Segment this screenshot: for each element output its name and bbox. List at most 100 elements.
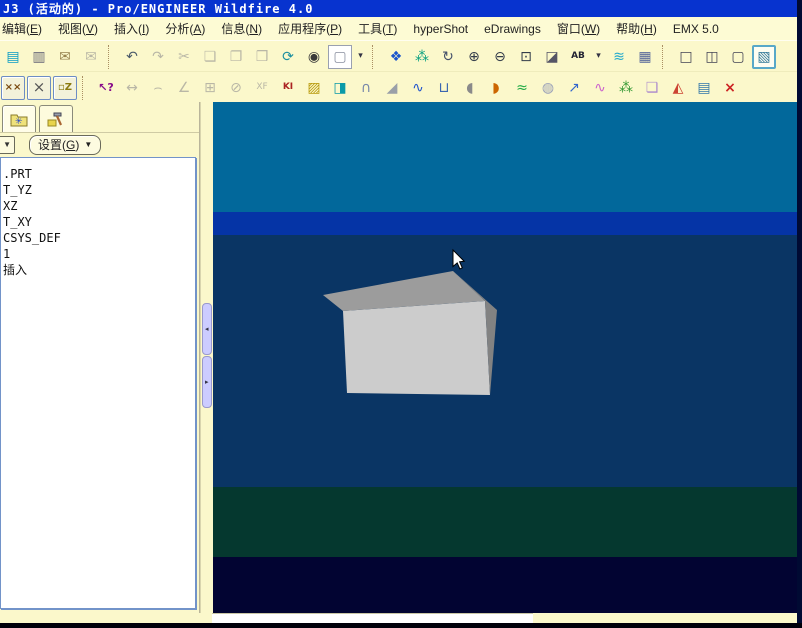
menu-item[interactable]: 窗口(W) — [549, 17, 608, 40]
model-tree-tab[interactable]: ✳ — [2, 105, 36, 132]
save-icon[interactable]: ▤ — [1, 45, 25, 69]
collapse-panel-button[interactable]: ◂ — [201, 303, 212, 355]
menu-item[interactable]: 分析(A) — [157, 17, 213, 40]
section-analysis-icon[interactable]: ▨ — [302, 76, 326, 100]
print-icon[interactable]: ▥ — [27, 45, 51, 69]
volume-analysis-icon[interactable]: ◨ — [328, 76, 352, 100]
surface-analysis-icon[interactable]: ⊔ — [432, 76, 456, 100]
model-tree-item[interactable]: 1 — [1, 246, 195, 262]
measure-transform-icon[interactable]: XF — [250, 76, 274, 100]
model-tree-item-label: XZ — [3, 199, 18, 213]
menu-item[interactable]: 编辑(E) — [0, 17, 50, 40]
panel-splitter[interactable]: ◂ ▸ — [199, 102, 213, 613]
model-tree-item[interactable]: CSYS_DEF — [1, 230, 195, 246]
redo-icon[interactable]: ↷ — [146, 45, 170, 69]
wireframe-display-icon[interactable]: □ — [674, 45, 698, 69]
model-tree-item[interactable]: T_XY — [1, 214, 195, 230]
icon-glyph: ×× — [4, 81, 22, 93]
menu-item[interactable]: 帮助(H) — [608, 17, 665, 40]
dihedral-angle-icon[interactable]: ≈ — [510, 76, 534, 100]
no-hidden-display-icon[interactable]: ▢ — [726, 45, 750, 69]
cut-icon[interactable]: ✂ — [172, 45, 196, 69]
box-front-face — [342, 301, 490, 395]
shaded-display-icon[interactable]: ▧ — [752, 44, 776, 69]
model-tree-toggle-icon[interactable]: ▦ — [633, 45, 657, 69]
extruded-box-model[interactable] — [322, 271, 497, 395]
mass-properties-icon[interactable]: KI — [276, 76, 300, 100]
color-map-icon[interactable]: ◗ — [484, 76, 508, 100]
icon-glyph: ⊘ — [230, 79, 242, 96]
saved-views-icon[interactable]: AB — [566, 45, 590, 69]
measure-diameter-icon[interactable]: ⊘ — [224, 76, 248, 100]
measure-distance-icon[interactable]: ↔ — [120, 76, 144, 100]
menu-item[interactable]: 应用程序(P) — [270, 17, 350, 40]
hidden-line-display-icon[interactable]: ◫ — [700, 45, 724, 69]
icon-glyph: × — [724, 79, 736, 96]
normal-analysis-icon[interactable]: ↗ — [562, 76, 586, 100]
menu-item[interactable]: hyperShot — [405, 19, 476, 39]
pipe-analysis-icon[interactable]: ∩ — [354, 76, 378, 100]
model-tree-item[interactable]: T_YZ — [1, 182, 195, 198]
context-help-icon[interactable]: ↖? — [94, 76, 118, 100]
model-tree-item[interactable]: 插入 — [1, 262, 195, 278]
measure-angle-icon[interactable]: ∠ — [172, 76, 196, 100]
draft-analysis-icon[interactable]: ◢ — [380, 76, 404, 100]
menu-item[interactable]: 插入(I) — [106, 17, 157, 40]
saved-analyses-icon[interactable]: ▤ — [692, 76, 716, 100]
menu-item[interactable]: EMX 5.0 — [665, 19, 727, 39]
select-dropdown-icon[interactable]: ▾ — [354, 45, 367, 69]
send-mail-icon[interactable]: ✉ — [79, 45, 103, 69]
expand-panel-button[interactable]: ▸ — [201, 356, 212, 408]
shaded-curvature-icon[interactable]: ◖ — [458, 76, 482, 100]
zoom-in-icon[interactable]: ⊕ — [462, 45, 486, 69]
mesh-analysis-icon[interactable]: ⁂ — [614, 76, 638, 100]
datum-axis-display-icon[interactable]: × — [27, 75, 51, 100]
delete-all-analyses-icon[interactable]: × — [718, 76, 742, 100]
orient-mode-icon[interactable]: ⁂ — [410, 45, 434, 69]
title-bar[interactable]: J3 (活动的) - Pro/ENGINEER Wildfire 4.0 — [0, 0, 802, 17]
datum-point-display-icon[interactable]: ×× — [1, 75, 25, 100]
menu-item[interactable]: 视图(V) — [50, 17, 106, 40]
svg-text:✳: ✳ — [15, 116, 23, 126]
paste-special-icon[interactable]: ❒ — [250, 45, 274, 69]
find-icon[interactable]: ◉ — [302, 45, 326, 69]
icon-glyph: ⊔ — [438, 79, 450, 96]
measure-dimension-icon[interactable]: ⊞ — [198, 76, 222, 100]
curve-analysis-icon[interactable]: ∿ — [406, 76, 430, 100]
print-to-mail-icon[interactable]: ✉ — [53, 45, 77, 69]
undo-icon[interactable]: ↶ — [120, 45, 144, 69]
show-combo-button[interactable]: ▼ — [0, 135, 15, 154]
layers-icon[interactable]: ≋ — [607, 45, 631, 69]
settings-dropdown-icon: ▼ — [84, 140, 93, 149]
reflection-analysis-icon[interactable]: ◍ — [536, 76, 560, 100]
menu-item[interactable]: 工具(T) — [350, 17, 405, 40]
zoom-out-icon[interactable]: ⊖ — [488, 45, 512, 69]
zoom-refit-icon[interactable]: ⊡ — [514, 45, 538, 69]
curvature-plot-icon[interactable]: ∿ — [588, 76, 612, 100]
paste-icon[interactable]: ❐ — [224, 45, 248, 69]
main-area: ✳ ▼ 设置(G) ▼ .PRT T_YZ XZ T_XY CSYS_DEF 1… — [0, 102, 797, 613]
select-box-icon[interactable]: ▢ — [328, 44, 352, 69]
icon-glyph: ∿ — [412, 79, 424, 96]
model-tree-item[interactable]: XZ — [1, 198, 195, 214]
menu-item[interactable]: eDrawings — [476, 19, 549, 39]
measure-length-icon[interactable]: ⌢ — [146, 76, 170, 100]
model-tree-item[interactable]: .PRT — [1, 166, 195, 182]
copy-icon[interactable]: ❏ — [198, 45, 222, 69]
repaint-icon[interactable]: ❖ — [384, 45, 408, 69]
offset-planes-icon[interactable]: ❏ — [640, 76, 664, 100]
menu-item[interactable]: 信息(N) — [213, 17, 270, 40]
icon-glyph: ▨ — [307, 79, 321, 96]
icon-glyph: ▾ — [358, 51, 363, 61]
regenerate-icon[interactable]: ⟳ — [276, 45, 300, 69]
csys-display-icon[interactable]: ▫Z — [53, 75, 77, 100]
tools-tab[interactable] — [39, 105, 73, 132]
color-fan-icon[interactable]: ◭ — [666, 76, 690, 100]
settings-button[interactable]: 设置(G) ▼ — [29, 134, 102, 155]
icon-glyph: ✉ — [59, 48, 71, 65]
saved-views-dropdown-icon[interactable]: ▾ — [592, 45, 605, 69]
icon-glyph: ↗ — [568, 79, 580, 96]
reorient-view-icon[interactable]: ◪ — [540, 45, 564, 69]
graphics-viewport[interactable] — [212, 102, 797, 613]
spin-center-icon[interactable]: ↻ — [436, 45, 460, 69]
